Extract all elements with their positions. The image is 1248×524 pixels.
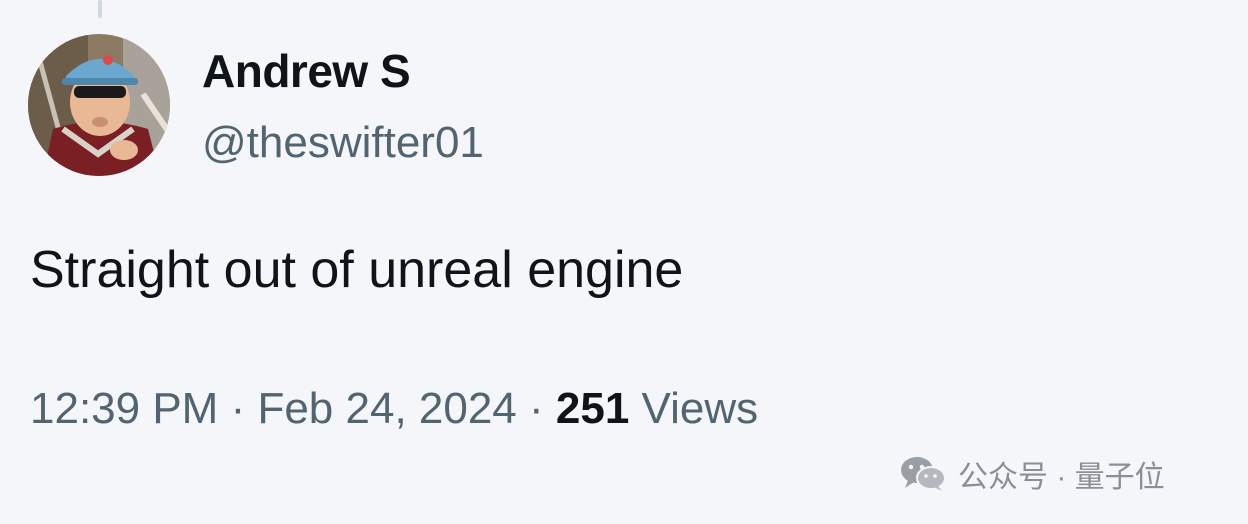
meta-separator: · [218,384,258,433]
author-handle[interactable]: @theswifter01 [202,118,484,168]
wechat-icon [900,456,946,492]
views-label: Views [629,384,759,433]
tweet-text: Straight out of unreal engine [30,241,684,299]
watermark: 公众号 · 量子位 [900,452,1165,496]
avatar[interactable] [28,34,170,176]
thread-connector-line [98,0,102,18]
watermark-text: 公众号 · 量子位 [958,461,1165,494]
tweet-time[interactable]: 12:39 PM [30,384,218,433]
views-count[interactable]: 251 [556,384,629,433]
tweet-metadata: 12:39 PM · Feb 24, 2024 · 251 Views [30,384,758,434]
avatar-photo [28,34,170,176]
meta-separator: · [516,384,556,433]
author-display-name[interactable]: Andrew S [202,44,411,98]
tweet-date[interactable]: Feb 24, 2024 [257,384,516,433]
